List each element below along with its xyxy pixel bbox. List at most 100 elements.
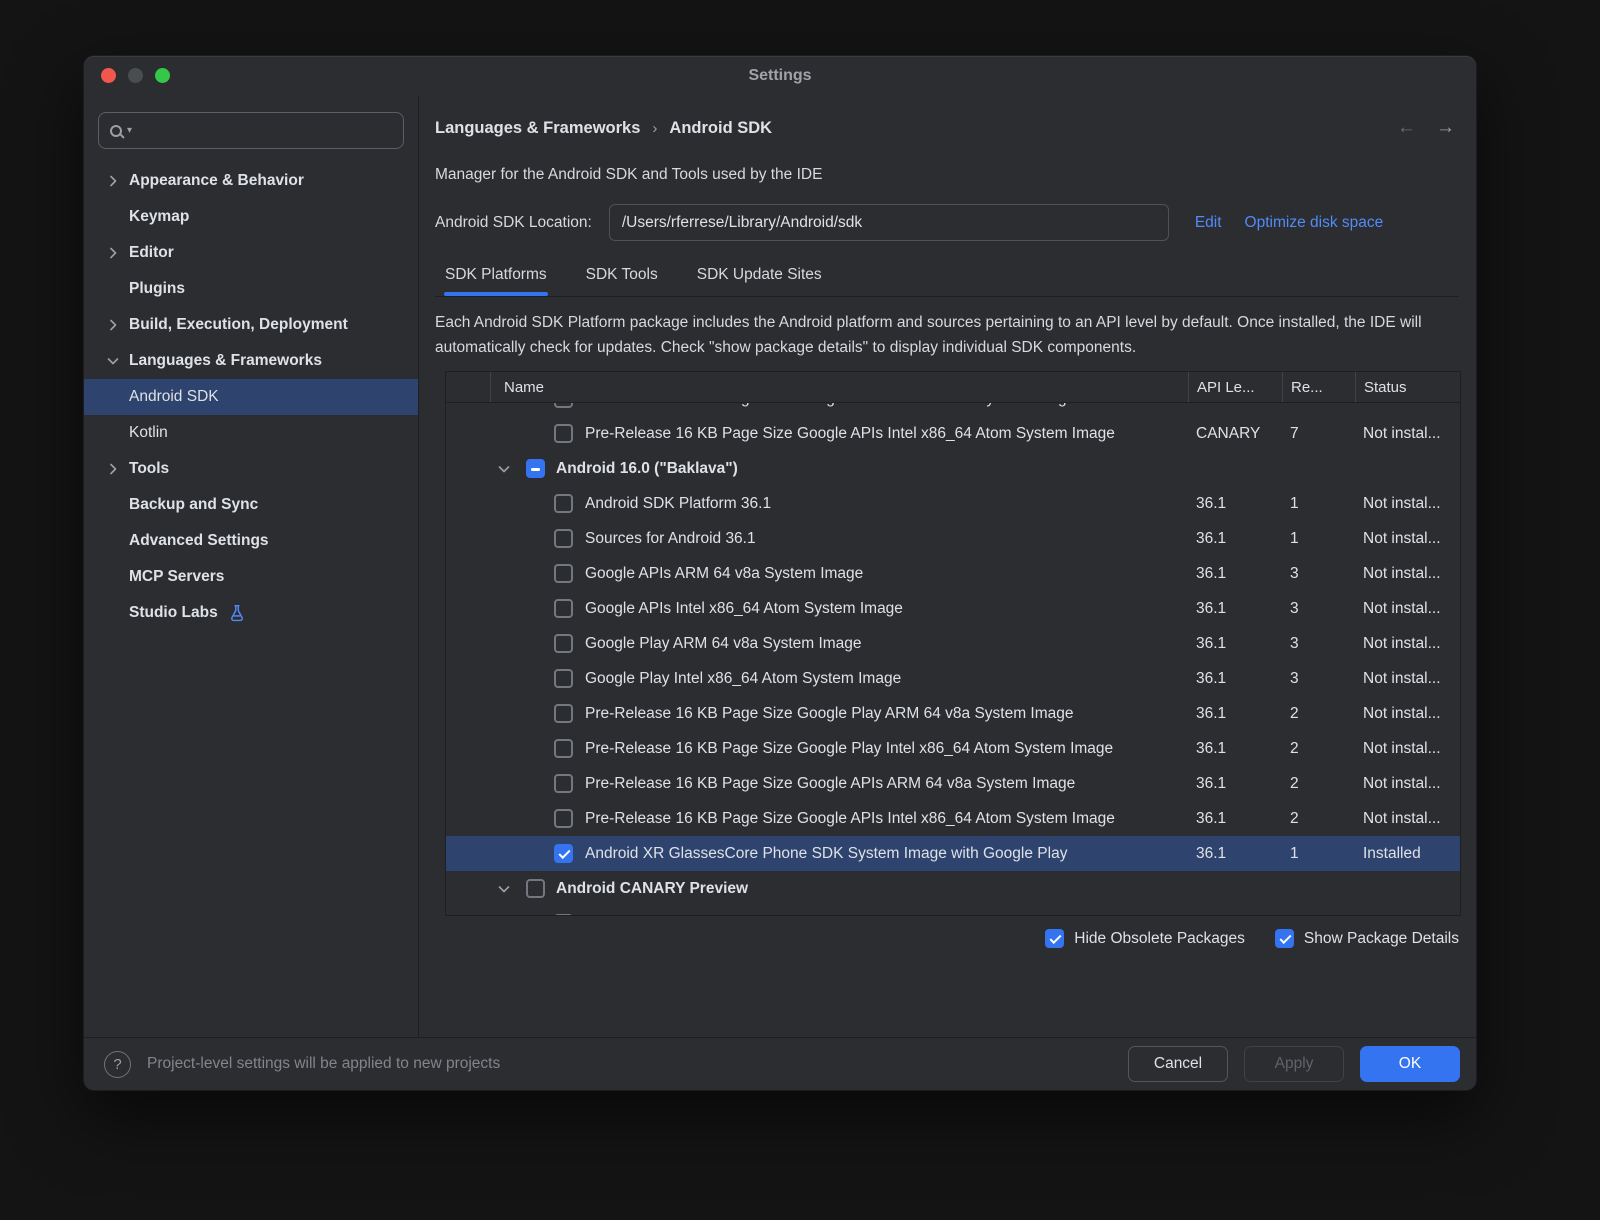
- search-options-caret-icon[interactable]: ▾: [127, 126, 132, 136]
- row-checkbox[interactable]: [554, 529, 573, 548]
- forward-arrow-icon[interactable]: →: [1436, 117, 1455, 139]
- table-row[interactable]: Android SDK Platform 36.136.11Not instal…: [446, 486, 1460, 521]
- table-group-row[interactable]: Android 16.0 ("Baklava"): [446, 451, 1460, 486]
- sidebar-item-android-sdk[interactable]: Android SDK: [84, 379, 418, 415]
- row-checkbox[interactable]: [554, 494, 573, 513]
- table-row[interactable]: Pre-Release 16 KB Page Size Google APIs …: [446, 801, 1460, 836]
- revision-value: [1282, 906, 1355, 915]
- minimize-window-button[interactable]: [128, 68, 143, 83]
- table-group-row[interactable]: Android CANARY Preview: [446, 871, 1460, 906]
- row-checkbox[interactable]: [554, 669, 573, 688]
- row-checkbox[interactable]: [554, 739, 573, 758]
- table-row[interactable]: Pre-Release 16 KB Page Size Google APIs …: [446, 403, 1460, 416]
- help-icon[interactable]: ?: [104, 1051, 131, 1078]
- row-checkbox[interactable]: [554, 809, 573, 828]
- row-spacer: [446, 661, 490, 696]
- row-checkbox[interactable]: [554, 424, 573, 443]
- traffic-lights: [101, 68, 170, 83]
- table-row[interactable]: Google APIs Intel x86_64 Atom System Ima…: [446, 591, 1460, 626]
- sidebar-item-label: Build, Execution, Deployment: [129, 316, 348, 334]
- ok-button[interactable]: OK: [1360, 1046, 1460, 1082]
- table-row[interactable]: Google Play Intel x86_64 Atom System Ima…: [446, 661, 1460, 696]
- row-spacer: [446, 871, 490, 906]
- chevron-down-icon: [105, 353, 121, 369]
- settings-sidebar: ▾ Appearance & Behavior Keymap Editor Plugi…: [84, 96, 419, 1037]
- table-row[interactable]: Sources for Android 36.136.11Not instal.…: [446, 521, 1460, 556]
- sidebar-item-languages-frameworks[interactable]: Languages & Frameworks: [84, 343, 418, 379]
- revision-value: 1: [1282, 836, 1355, 871]
- tab-sdk-tools[interactable]: SDK Tools: [586, 266, 658, 296]
- chevron-right-icon: [105, 245, 121, 261]
- checkbox-icon[interactable]: [1275, 929, 1294, 948]
- row-checkbox[interactable]: [554, 634, 573, 653]
- api-level-value: 36.1: [1188, 486, 1282, 521]
- breadcrumb-languages-frameworks[interactable]: Languages & Frameworks: [435, 119, 640, 138]
- revision-value: 2: [1282, 766, 1355, 801]
- sidebar-item-kotlin[interactable]: Kotlin: [84, 415, 418, 451]
- table-row[interactable]: Android XR GlassesCore Phone SDK System …: [446, 836, 1460, 871]
- tab-sdk-platforms[interactable]: SDK Platforms: [445, 266, 547, 296]
- row-checkbox[interactable]: [554, 914, 573, 915]
- table-row[interactable]: Google APIs ARM 64 v8a System Image36.13…: [446, 556, 1460, 591]
- sidebar-item-keymap[interactable]: Keymap: [84, 199, 418, 235]
- table-row[interactable]: [446, 906, 1460, 915]
- sidebar-item-label: Plugins: [129, 280, 185, 298]
- sidebar-item-plugins[interactable]: Plugins: [84, 271, 418, 307]
- status-value: Not instal...: [1355, 731, 1460, 766]
- status-value: Not instal...: [1355, 661, 1460, 696]
- sidebar-item-mcp-servers[interactable]: MCP Servers: [84, 559, 418, 595]
- zoom-window-button[interactable]: [155, 68, 170, 83]
- close-window-button[interactable]: [101, 68, 116, 83]
- table-row[interactable]: Pre-Release 16 KB Page Size Google Play …: [446, 731, 1460, 766]
- checkbox-icon[interactable]: [1045, 929, 1064, 948]
- checkbox-hide-obsolete-packages[interactable]: Hide Obsolete Packages: [1045, 929, 1245, 948]
- sidebar-item-advanced-settings[interactable]: Advanced Settings: [84, 523, 418, 559]
- row-checkbox[interactable]: [554, 704, 573, 723]
- package-name: Android SDK Platform 36.1: [585, 495, 1188, 513]
- table-options: Hide Obsolete Packages Show Package Detai…: [435, 929, 1459, 948]
- column-header-name[interactable]: Name: [490, 372, 1188, 402]
- revision-value: [1282, 871, 1355, 906]
- optimize-disk-space-link[interactable]: Optimize disk space: [1245, 214, 1384, 232]
- sidebar-item-studio-labs[interactable]: Studio Labs: [84, 595, 418, 631]
- row-checkbox[interactable]: [554, 403, 573, 408]
- sidebar-item-label: MCP Servers: [129, 568, 224, 586]
- sdk-location-field[interactable]: [609, 204, 1169, 241]
- api-level-value: 36.1: [1188, 801, 1282, 836]
- row-checkbox[interactable]: [526, 879, 545, 898]
- package-name: Android 16.0 ("Baklava"): [556, 460, 738, 478]
- sidebar-item-label: Keymap: [129, 208, 189, 226]
- sidebar-item-appearance-behavior[interactable]: Appearance & Behavior: [84, 163, 418, 199]
- row-checkbox[interactable]: [554, 599, 573, 618]
- table-row[interactable]: Pre-Release 16 KB Page Size Google APIs …: [446, 766, 1460, 801]
- sidebar-item-tools[interactable]: Tools: [84, 451, 418, 487]
- row-spacer: [446, 591, 490, 626]
- sidebar-item-label: Kotlin: [129, 424, 168, 442]
- edit-link[interactable]: Edit: [1195, 214, 1222, 232]
- cancel-button[interactable]: Cancel: [1128, 1046, 1228, 1082]
- row-checkbox[interactable]: [554, 844, 573, 863]
- back-arrow-icon[interactable]: ←: [1397, 117, 1416, 139]
- column-header-revision[interactable]: Re...: [1282, 372, 1355, 402]
- row-checkbox[interactable]: [554, 774, 573, 793]
- row-spacer: [446, 521, 490, 556]
- row-spacer: [446, 451, 490, 486]
- checkbox-show-package-details[interactable]: Show Package Details: [1275, 929, 1459, 948]
- sidebar-item-backup-and-sync[interactable]: Backup and Sync: [84, 487, 418, 523]
- table-row[interactable]: Google Play ARM 64 v8a System Image36.13…: [446, 626, 1460, 661]
- column-header-api-level[interactable]: API Le...: [1188, 372, 1282, 402]
- sidebar-item-label: Android SDK: [129, 388, 219, 406]
- sidebar-search-input[interactable]: ▾: [98, 112, 404, 149]
- api-level-value: 36.1: [1188, 731, 1282, 766]
- row-spacer: [446, 556, 490, 591]
- row-spacer: [446, 696, 490, 731]
- row-checkbox[interactable]: [526, 459, 545, 478]
- sidebar-item-build-execution-deployment[interactable]: Build, Execution, Deployment: [84, 307, 418, 343]
- tab-sdk-update-sites[interactable]: SDK Update Sites: [697, 266, 822, 296]
- row-checkbox[interactable]: [554, 564, 573, 583]
- status-value: Not instal...: [1355, 591, 1460, 626]
- table-row[interactable]: Pre-Release 16 KB Page Size Google APIs …: [446, 416, 1460, 451]
- table-row[interactable]: Pre-Release 16 KB Page Size Google Play …: [446, 696, 1460, 731]
- sidebar-item-editor[interactable]: Editor: [84, 235, 418, 271]
- column-header-status[interactable]: Status: [1355, 372, 1460, 402]
